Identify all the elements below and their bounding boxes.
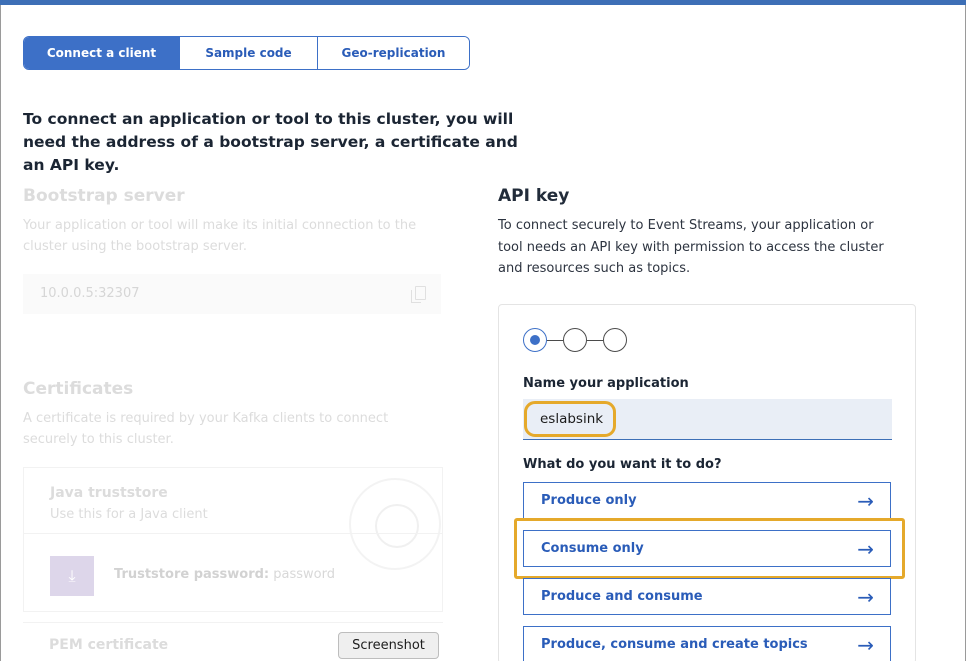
certificates-title: Certificates [23, 379, 134, 399]
api-key-description: To connect securely to Event Streams, yo… [498, 218, 884, 276]
certificate-badge-icon [349, 478, 441, 570]
download-truststore-button[interactable]: ⤓ [50, 556, 94, 596]
step-connector [587, 339, 603, 341]
pem-certificate-title: PEM certificate [49, 637, 169, 653]
bootstrap-address: 10.0.0.5:32307 [40, 286, 140, 301]
certificates-description: A certificate is required by your Kafka … [23, 411, 389, 447]
what-to-do-label: What do you want it to do? [523, 457, 722, 472]
option-label: Produce and consume [541, 589, 703, 604]
truststore-password-label: Truststore password: [114, 567, 270, 582]
screenshot-tooltip: Screenshot [338, 632, 439, 659]
card-divider [24, 533, 442, 534]
option-label: Produce only [541, 493, 637, 508]
option-label: Produce, consume and create topics [541, 637, 808, 652]
input-highlight-annotation [524, 401, 616, 437]
name-application-label: Name your application [523, 376, 689, 391]
step-connector [547, 339, 563, 341]
java-truststore-subtitle: Use this for a Java client [50, 507, 208, 522]
bootstrap-description: Your application or tool will make its i… [23, 218, 417, 254]
api-key-title: API key [498, 186, 570, 206]
arrow-right-icon: → [857, 488, 874, 513]
step-3-indicator [603, 328, 627, 352]
tab-connect-a-client[interactable]: Connect a client [24, 37, 179, 69]
truststore-password: Truststore password: password [114, 567, 335, 582]
java-truststore-title: Java truststore [50, 485, 168, 501]
intro-text: To connect an application or tool to thi… [23, 110, 518, 174]
download-icon: ⤓ [68, 566, 76, 585]
tab-geo-replication[interactable]: Geo-replication [317, 37, 469, 69]
arrow-right-icon: → [857, 584, 874, 609]
progress-steps [523, 328, 633, 354]
tab-sample-code[interactable]: Sample code [179, 37, 317, 69]
arrow-right-icon: → [857, 632, 874, 657]
step-2-indicator [563, 328, 587, 352]
bootstrap-address-field: 10.0.0.5:32307 [23, 274, 441, 314]
java-truststore-card: Java truststore Use this for a Java clie… [23, 467, 443, 612]
copy-icon[interactable] [411, 286, 426, 303]
bootstrap-title: Bootstrap server [23, 186, 185, 206]
truststore-password-value: password [273, 567, 335, 582]
option-highlight-annotation [514, 518, 905, 579]
tab-switcher: Connect a client Sample code Geo-replica… [23, 36, 470, 70]
top-accent-bar [0, 0, 966, 5]
produce-consume-create-topics-button[interactable]: Produce, consume and create topics → [523, 626, 891, 661]
step-1-indicator [523, 328, 547, 352]
produce-only-button[interactable]: Produce only → [523, 482, 891, 519]
produce-and-consume-button[interactable]: Produce and consume → [523, 578, 891, 615]
